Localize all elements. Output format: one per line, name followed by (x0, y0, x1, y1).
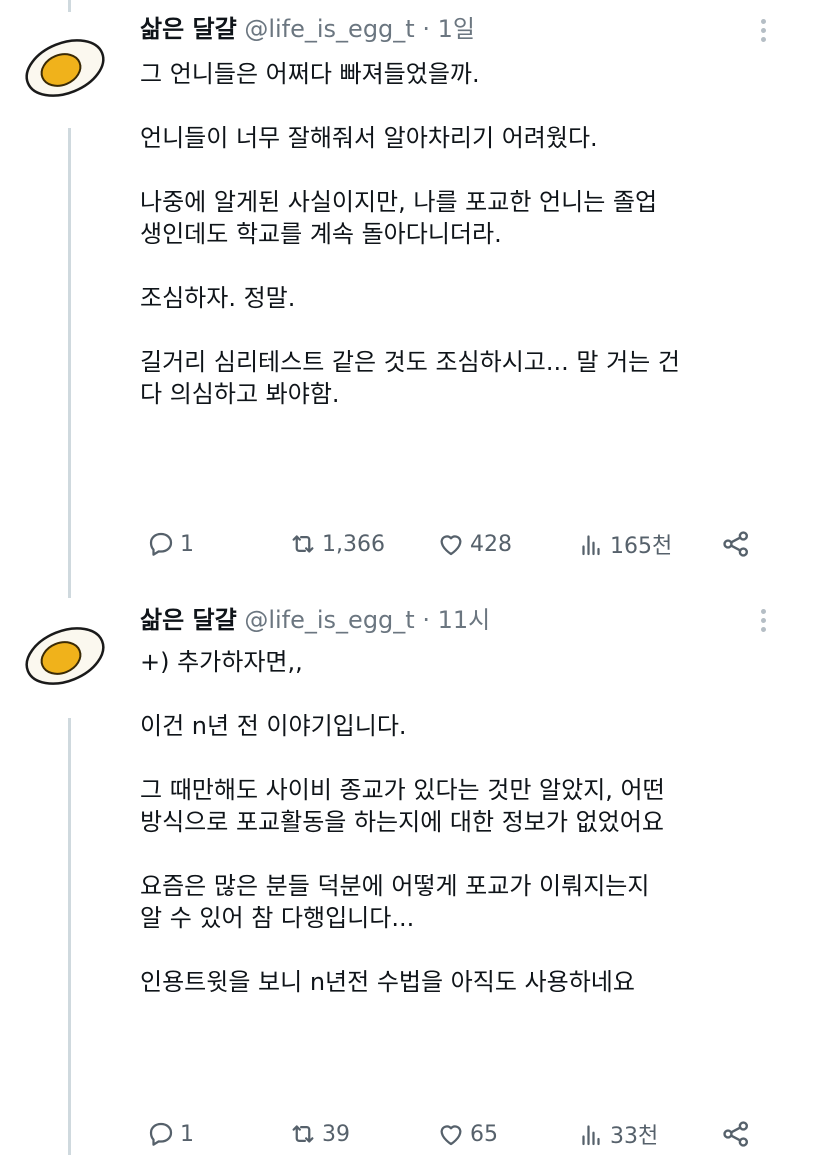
like-count: 65 (470, 1121, 498, 1147)
reply-count: 1 (180, 531, 194, 557)
share-icon (723, 1121, 748, 1147)
user-handle[interactable]: @life_is_egg_t (244, 15, 414, 43)
retweet-icon (292, 535, 314, 553)
boiled-egg-avatar[interactable] (20, 624, 110, 688)
tweet[interactable]: 삶은 달걀 @life_is_egg_t · 1일 그 언니들은 어쩌다 빠져들… (0, 0, 813, 580)
user-handle[interactable]: @life_is_egg_t (244, 606, 414, 634)
retweet-count: 39 (322, 1121, 350, 1147)
text-line: 방식으로 포교활동을 하는지에 대한 정보가 없었어요 (140, 808, 664, 836)
reply-button[interactable]: 1 (146, 526, 194, 562)
text-line: 언니들이 너무 잘해줘서 알아차리기 어려웠다. (140, 124, 598, 152)
text-line: 그 언니들은 어쩌다 빠져들었을까. (140, 60, 480, 88)
separator-dot: · (422, 606, 430, 634)
reply-count: 1 (180, 1121, 194, 1147)
views-count: 33천 (610, 1124, 659, 1149)
text-line: 요즘은 많은 분들 덕분에 어떻게 포교가 이뤄지는지 (140, 872, 650, 900)
like-button[interactable]: 65 (436, 1116, 498, 1152)
tweet-text: +) 추가하자면,, 이건 n년 전 이야기입니다. 그 때만해도 사이비 종교… (140, 646, 790, 998)
text-line: 나중에 알게된 사실이지만, 나를 포교한 언니는 졸업 (140, 188, 658, 216)
text-line: 이건 n년 전 이야기입니다. (140, 712, 407, 740)
share-button[interactable] (720, 1116, 752, 1152)
retweet-count: 1,366 (322, 531, 385, 557)
views-button[interactable]: 165천 (576, 526, 672, 562)
boiled-egg-avatar[interactable] (20, 36, 110, 100)
share-button[interactable] (720, 526, 752, 562)
tweet-actions: 1 39 65 33천 (140, 1116, 780, 1152)
text-line: 알 수 있어 참 다행입니다... (140, 904, 415, 932)
share-icon (723, 531, 748, 557)
reply-icon (149, 532, 173, 556)
views-count: 165천 (610, 534, 673, 559)
like-count: 428 (470, 531, 512, 557)
like-button[interactable]: 428 (436, 526, 512, 562)
tweet[interactable]: 삶은 달걀 @life_is_egg_t · 11시 +) 추가하자면,, 이건… (0, 598, 813, 1155)
reply-icon (149, 1122, 173, 1146)
tweet-header: 삶은 달걀 @life_is_egg_t · 11시 (140, 604, 490, 636)
text-line: +) 추가하자면,, (140, 648, 303, 676)
tweet-header: 삶은 달걀 @life_is_egg_t · 1일 (140, 13, 475, 45)
more-icon[interactable] (754, 604, 772, 636)
text-line: 조심하자. 정말. (140, 284, 296, 312)
text-line: 인용트윗을 보니 n년전 수법을 아직도 사용하네요 (140, 968, 635, 996)
retweet-icon (292, 1125, 314, 1143)
text-line: 생인데도 학교를 계속 돌아다니더라. (140, 220, 502, 248)
separator-dot: · (422, 15, 430, 43)
heart-icon (440, 1125, 462, 1146)
reply-button[interactable]: 1 (146, 1116, 194, 1152)
retweet-button[interactable]: 39 (288, 1116, 350, 1152)
views-icon (582, 535, 600, 556)
timestamp[interactable]: 11시 (438, 606, 491, 634)
tweet-actions: 1 1,366 428 165천 (140, 526, 780, 562)
retweet-button[interactable]: 1,366 (288, 526, 385, 562)
text-line: 그 때만해도 사이비 종교가 있다는 것만 알았지, 어떤 (140, 776, 665, 804)
more-icon[interactable] (754, 14, 772, 46)
timestamp[interactable]: 1일 (438, 15, 475, 43)
display-name[interactable]: 삶은 달걀 (140, 15, 237, 43)
tweet-text: 그 언니들은 어쩌다 빠져들었을까. 언니들이 너무 잘해줘서 알아차리기 어려… (140, 58, 790, 410)
text-line: 길거리 심리테스트 같은 것도 조심하시고... 말 거는 건 (140, 348, 680, 376)
heart-icon (440, 535, 462, 556)
display-name[interactable]: 삶은 달걀 (140, 606, 237, 634)
views-button[interactable]: 33천 (576, 1116, 658, 1152)
views-icon (582, 1125, 600, 1146)
text-line: 다 의심하고 봐야함. (140, 380, 340, 408)
